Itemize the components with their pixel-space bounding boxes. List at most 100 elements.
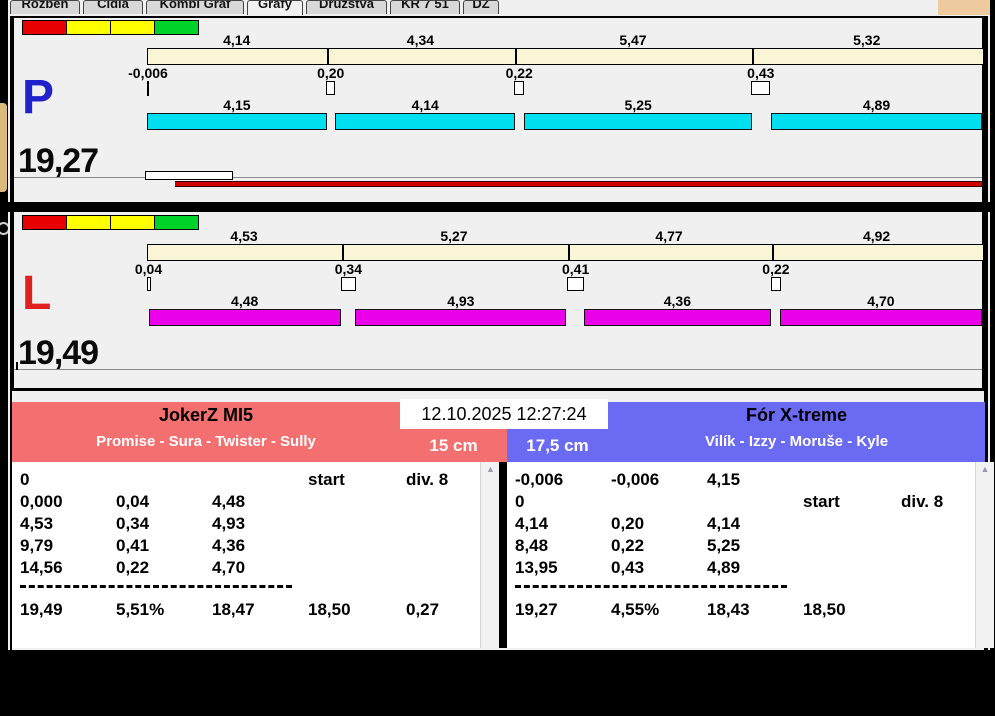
split-time-label: 5,27 <box>440 228 468 244</box>
tab-label: Kombi Graf <box>159 0 231 11</box>
dog-time-label: 4,48 <box>231 293 259 309</box>
summary-cell: 4,55% <box>611 600 660 619</box>
table-cell: 4,36 <box>212 536 246 555</box>
split-time-label: 4,14 <box>223 32 251 48</box>
table-divider <box>499 462 507 648</box>
total-time-l: 19,49 <box>18 334 99 372</box>
summary-cell: 19,49 <box>20 600 63 619</box>
scroll-up-icon[interactable]: ▲ <box>976 464 994 474</box>
panel-divider <box>8 202 990 212</box>
table-cell: 8,48 <box>515 536 549 555</box>
table-cell: 14,56 <box>20 558 63 577</box>
table-cell: 4,89 <box>707 558 741 577</box>
split-divider <box>752 49 755 64</box>
separator-dashes <box>515 585 787 588</box>
split-bar <box>147 244 984 261</box>
tab-bar: Rozběh Čidla Kombi Graf Grafy Družstva KR 7 5… <box>10 0 502 15</box>
dog-time-bar <box>148 309 341 326</box>
results-list-right[interactable]: -0,006 -0,006 4,15 0 start div. 8 4,14 0,20 4,14… <box>507 462 975 648</box>
dog-time-label: 5,25 <box>624 97 652 113</box>
table-cell: 13,95 <box>515 558 558 577</box>
lane-letter-l: L <box>22 267 52 320</box>
table-cell: 4,14 <box>707 514 741 533</box>
progress-bar-red <box>175 181 982 187</box>
table-cell: 0 <box>515 492 525 511</box>
app-window: Rozběh Čidla Kombi Graf Grafy Družstva KR 7 5… <box>0 0 995 716</box>
table-cell: 0,34 <box>116 514 150 533</box>
window-corner-fill <box>938 0 990 15</box>
dog-time-label: 4,36 <box>663 293 691 309</box>
summary-cell: 18,50 <box>803 600 846 619</box>
time-track-p: 4,14 4,34 5,47 5,32 -0,006 0,20 0,22 0,43 4,15 4,… <box>128 32 984 132</box>
split-time-label: 4,53 <box>230 228 258 244</box>
table-cell: 4,93 <box>212 514 246 533</box>
start-light <box>22 215 67 230</box>
time-track-l: 4,53 5,27 4,77 4,92 0,04 0,34 0,41 0,22 4,48 4,93… <box>135 228 984 328</box>
tab-label: Čidla <box>97 0 129 11</box>
table-cell: div. 8 <box>901 492 944 511</box>
tab-rozb-h[interactable]: Rozběh <box>10 0 80 14</box>
split-bar <box>147 48 984 65</box>
table-cell: 0,22 <box>611 536 645 555</box>
timeline-marker-box <box>145 171 233 180</box>
table-cell: div. 8 <box>406 470 449 489</box>
table-cell: 9,79 <box>20 536 54 555</box>
change-marker <box>514 81 524 95</box>
summary-cell: 18,50 <box>308 600 351 619</box>
summary-cell: 0,27 <box>406 600 440 619</box>
change-marker <box>147 277 151 291</box>
table-cell: 0,43 <box>611 558 645 577</box>
team-dogs-left: Promise - Sura - Twister - Sully <box>96 433 316 450</box>
change-time-label: 0,22 <box>505 65 533 81</box>
change-time-label: -0,006 <box>128 65 168 81</box>
tab-grafy[interactable]: Grafy <box>247 0 303 15</box>
change-marker <box>771 277 781 291</box>
start-light <box>66 215 111 230</box>
summary-cell: 18,43 <box>707 600 750 619</box>
change-time-label: 0,41 <box>562 261 590 277</box>
dog-time-bar <box>355 309 567 326</box>
team-name-left: JokerZ MI5 <box>158 405 254 425</box>
table-cell: 4,48 <box>212 492 246 511</box>
change-marker <box>326 81 336 95</box>
scrollbar-right[interactable]: ▲ <box>975 462 994 648</box>
timeline-tick-l <box>16 362 18 370</box>
split-divider <box>515 49 518 64</box>
lane-letter-p: P <box>22 71 55 124</box>
table-cell: 0,41 <box>116 536 150 555</box>
tab-dru-stva[interactable]: Družstva <box>306 0 387 14</box>
table-cell: 4,15 <box>707 470 741 489</box>
tab-kr-7-51[interactable]: KR 7 51 <box>390 0 460 14</box>
desktop-edge-stripe <box>0 103 7 192</box>
main-window: Rozběh Čidla Kombi Graf Grafy Družstva KR 7 5… <box>8 0 994 650</box>
table-cell: 4,14 <box>515 514 549 533</box>
tab--idla[interactable]: Čidla <box>83 0 143 14</box>
split-divider <box>327 49 330 64</box>
scroll-up-icon[interactable]: ▲ <box>481 464 500 474</box>
summary-cell: 18,47 <box>212 600 255 619</box>
results-list-left[interactable]: 0 start div. 8 0,000 0,04 4,48 4,53 0,34 4,93 9,7… <box>12 462 480 648</box>
tab-label: KR 7 51 <box>401 0 449 11</box>
split-divider <box>772 245 775 260</box>
scrollbar-left[interactable]: ▲ <box>480 462 500 648</box>
change-time-label: 0,43 <box>747 65 775 81</box>
dog-time-bar <box>770 113 983 130</box>
table-cell: -0,006 <box>515 470 564 489</box>
dog-time-bar <box>583 309 771 326</box>
change-time-label: 0,20 <box>317 65 345 81</box>
table-cell: 0,20 <box>611 514 645 533</box>
tab-label: Rozběh <box>21 0 69 11</box>
timing-panel-p: P 4,14 4,34 5,47 5,32 -0,006 0,20 0,22 0,43 4,15… <box>12 16 984 202</box>
tab-label: DZ <box>472 0 490 11</box>
change-marker <box>566 277 585 291</box>
dog-time-bar <box>147 113 327 130</box>
timing-panel-l: L 4,53 5,27 4,77 4,92 0,04 0,34 0,41 0,22 4,48 4,… <box>12 212 984 391</box>
tab-dz[interactable]: DZ <box>463 0 499 14</box>
separator-dashes <box>20 585 292 588</box>
dog-time-label: 4,14 <box>411 97 439 113</box>
dog-time-bar <box>335 113 515 130</box>
split-divider <box>567 245 570 260</box>
table-cell: 0,000 <box>20 492 63 511</box>
tab-kombi-graf[interactable]: Kombi Graf <box>146 0 244 14</box>
summary-cell: 5,51% <box>116 600 165 619</box>
